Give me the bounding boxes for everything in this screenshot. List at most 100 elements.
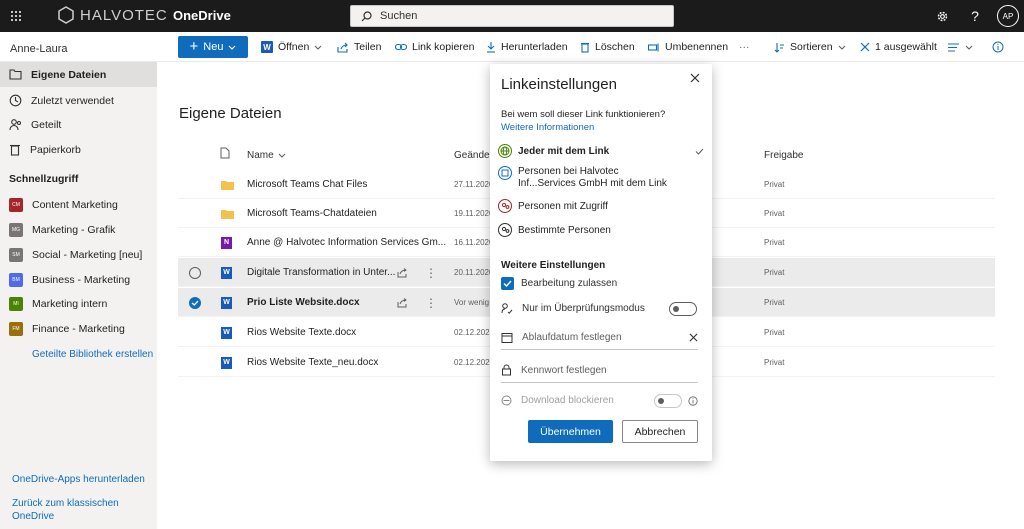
password-placeholder: Kennwort festlegen [521, 364, 607, 376]
column-header-modified[interactable]: Geänder [454, 150, 493, 161]
option-label: Jeder mit dem Link [518, 145, 610, 157]
rename-button[interactable]: Umbenennen [648, 36, 728, 58]
delete-button[interactable]: Löschen [580, 36, 635, 58]
download-apps-link[interactable]: OneDrive-Apps herunterladen [12, 473, 145, 486]
nav-my-files[interactable]: Eigene Dateien [0, 62, 157, 87]
quick-access-content-marketing[interactable]: CM Content Marketing [0, 192, 157, 217]
sort-icon [774, 42, 784, 53]
sharing-status: Privat [764, 298, 785, 307]
download-icon [487, 42, 495, 53]
word-file-icon: W [221, 288, 232, 317]
share-icon[interactable] [397, 258, 408, 287]
allow-editing-label: Bearbeitung zulassen [521, 278, 618, 289]
nav-recent[interactable]: Zuletzt verwendet [0, 88, 157, 113]
brand-logo[interactable]: HALVOTEC [58, 6, 168, 24]
sharing-status: Privat [764, 238, 785, 247]
hexagon-logo-icon [58, 6, 74, 24]
view-options-button[interactable] [948, 36, 973, 58]
block-download-toggle[interactable] [654, 394, 682, 408]
row-checkbox[interactable] [189, 258, 201, 287]
gear-icon[interactable] [932, 6, 952, 26]
search-box[interactable]: Suchen [350, 5, 674, 27]
link-icon [395, 43, 407, 51]
rename-icon [648, 43, 659, 51]
onenote-icon: N [221, 228, 232, 257]
file-name[interactable]: Rios Website Texte_neu.docx [247, 348, 378, 377]
help-icon[interactable]: ? [965, 6, 985, 26]
option-people-with-access[interactable]: Personen mit Zugriff [498, 199, 608, 213]
nav-shared[interactable]: Geteilt [0, 112, 157, 137]
modified-date: 16.11.2020 [454, 238, 494, 247]
share-button[interactable]: Teilen [337, 36, 381, 58]
copy-link-button[interactable]: Link kopieren [395, 36, 474, 58]
cancel-button[interactable]: Abbrechen [622, 420, 698, 443]
option-label: Personen mit Zugriff [518, 200, 608, 212]
more-info-link[interactable]: Weitere Informationen [501, 122, 594, 133]
apply-button[interactable]: Übernehmen [528, 420, 613, 443]
review-mode-toggle[interactable] [669, 302, 697, 316]
selected-count: 1 ausgewählt [875, 41, 937, 53]
file-type-column-icon[interactable] [220, 147, 230, 159]
nav-recycle-bin[interactable]: Papierkorb [0, 137, 157, 162]
expiry-date-field[interactable]: Ablaufdatum festlegen [501, 332, 698, 350]
info-icon[interactable] [688, 396, 698, 406]
people-icon [9, 119, 21, 131]
classic-onedrive-link[interactable]: Zurück zum klassischen OneDrive [12, 497, 132, 523]
close-icon[interactable] [687, 70, 703, 86]
quick-access-business-marketing[interactable]: BM Business - Marketing [0, 267, 157, 292]
brand-name: HALVOTEC [80, 6, 168, 24]
people-icon [498, 199, 512, 213]
file-name[interactable]: Microsoft Teams Chat Files [247, 170, 367, 199]
quick-access-finance-marketing[interactable]: FM Finance - Marketing [0, 316, 157, 341]
column-header-name[interactable]: Name [247, 150, 286, 161]
chevron-down-icon [229, 45, 236, 50]
option-specific-people[interactable]: Bestimmte Personen [498, 223, 611, 237]
clear-selection-button[interactable]: 1 ausgewählt [860, 36, 937, 58]
sharing-status: Privat [764, 268, 785, 277]
page-title: Eigene Dateien [179, 105, 282, 122]
clock-icon [9, 94, 22, 107]
clear-date-icon[interactable] [689, 333, 698, 342]
info-button[interactable] [992, 36, 1004, 58]
more-actions-icon[interactable]: ⋮ [425, 288, 437, 317]
quick-access-marketing-grafik[interactable]: MG Marketing - Grafik [0, 217, 157, 242]
share-icon[interactable] [397, 288, 408, 317]
waffle-icon[interactable] [0, 0, 32, 32]
quick-access-label: Business - Marketing [32, 273, 131, 286]
building-icon [498, 166, 512, 180]
quick-access-label: Content Marketing [32, 198, 118, 211]
quick-access-marketing-intern[interactable]: MI Marketing intern [0, 291, 157, 316]
option-anyone-with-link[interactable]: Jeder mit dem Link [498, 141, 704, 161]
modified-date: 19.11.2020 [454, 209, 494, 218]
quick-access-social-marketing[interactable]: SM Social - Marketing [neu] [0, 242, 157, 267]
expiry-placeholder: Ablaufdatum festlegen [522, 332, 622, 343]
file-name[interactable]: Microsoft Teams-Chatdateien [247, 199, 377, 228]
file-name[interactable]: Rios Website Texte.docx [247, 318, 356, 347]
more-settings-heading: Weitere Einstellungen [501, 260, 606, 271]
site-icon: BM [9, 272, 23, 287]
column-header-sharing[interactable]: Freigabe [764, 150, 803, 161]
info-icon [992, 41, 1004, 53]
file-name[interactable]: Prio Liste Website.docx [247, 288, 360, 317]
sharing-status: Privat [764, 180, 785, 189]
download-button[interactable]: Herunterladen [486, 36, 568, 58]
create-shared-library-link[interactable]: Geteilte Bibliothek erstellen [32, 348, 153, 361]
rename-label: Umbenennen [665, 41, 729, 53]
option-organization-link[interactable]: Personen bei Halvotec Inf...Services Gmb… [498, 166, 698, 190]
folder-icon [221, 199, 234, 228]
row-checkbox-checked[interactable] [189, 288, 201, 317]
option-label: Bestimmte Personen [518, 224, 611, 236]
allow-editing-checkbox[interactable]: Bearbeitung zulassen [501, 277, 617, 290]
open-button[interactable]: W Öffnen [261, 36, 322, 58]
app-name[interactable]: OneDrive [173, 8, 231, 23]
new-button[interactable]: + Neu [178, 36, 248, 58]
quick-access-label: Finance - Marketing [32, 322, 125, 335]
file-name[interactable]: Anne @ Halvotec Information Services Gm.… [247, 228, 446, 257]
file-name[interactable]: Digitale Transformation in Unter... [247, 258, 395, 287]
avatar[interactable]: AP [997, 5, 1019, 27]
password-field[interactable]: Kennwort festlegen [501, 364, 698, 383]
sort-button[interactable]: Sortieren [774, 36, 846, 58]
chevron-down-icon [838, 45, 845, 50]
more-actions-icon[interactable]: ⋮ [425, 258, 437, 287]
more-button[interactable]: ··· [739, 36, 750, 58]
